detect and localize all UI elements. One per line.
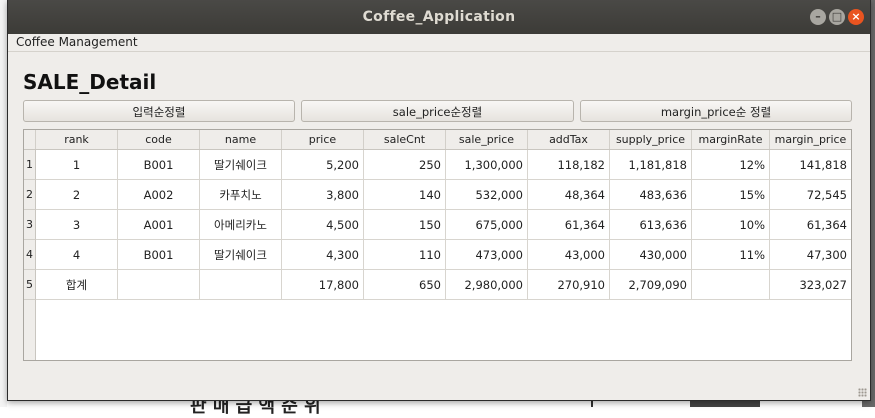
table-cell[interactable] <box>118 270 200 300</box>
table-cell[interactable]: 15% <box>692 180 770 210</box>
table-cell[interactable]: 270,910 <box>528 270 610 300</box>
table-cell[interactable]: 118,182 <box>528 150 610 180</box>
table-cell[interactable]: 11% <box>692 240 770 270</box>
table-cell[interactable]: 72,545 <box>770 180 851 210</box>
column-header[interactable]: sale_price <box>446 130 528 149</box>
table-cell[interactable]: 2,709,090 <box>610 270 692 300</box>
row-number[interactable]: 5 <box>24 270 36 300</box>
table-cell[interactable]: 1 <box>36 150 118 180</box>
column-header[interactable]: addTax <box>528 130 610 149</box>
menu-coffee-management[interactable]: Coffee Management <box>16 34 138 50</box>
table-cell[interactable] <box>200 270 282 300</box>
close-icon[interactable]: × <box>848 9 864 25</box>
table-cell[interactable]: 카푸치노 <box>200 180 282 210</box>
table-cell[interactable]: 141,818 <box>770 150 851 180</box>
column-header[interactable]: name <box>200 130 282 149</box>
table-cell[interactable]: 아메리카노 <box>200 210 282 240</box>
table-cell[interactable]: 1,181,818 <box>610 150 692 180</box>
table-cell[interactable]: 473,000 <box>446 240 528 270</box>
row-number[interactable]: 1 <box>24 150 36 180</box>
minimize-icon[interactable]: – <box>810 9 826 25</box>
column-header[interactable]: saleCnt <box>364 130 446 149</box>
table-cell[interactable]: 650 <box>364 270 446 300</box>
row-number[interactable]: 2 <box>24 180 36 210</box>
table-cell[interactable]: 3,800 <box>282 180 364 210</box>
table-cell[interactable]: 48,364 <box>528 180 610 210</box>
table-cell[interactable]: A002 <box>118 180 200 210</box>
table-cell[interactable]: 323,027 <box>770 270 851 300</box>
table-cell-total-label[interactable]: 합계 <box>36 270 118 300</box>
table-cell[interactable]: 140 <box>364 180 446 210</box>
table-cell[interactable]: 613,636 <box>610 210 692 240</box>
column-header[interactable]: marginRate <box>692 130 770 149</box>
table-cell[interactable]: A001 <box>118 210 200 240</box>
table-cell[interactable] <box>692 270 770 300</box>
table-cell[interactable]: 532,000 <box>446 180 528 210</box>
table-cell[interactable]: 4 <box>36 240 118 270</box>
sort-sale-price-button[interactable]: sale_price순정렬 <box>301 100 574 122</box>
table-cell[interactable]: 61,364 <box>528 210 610 240</box>
row-number[interactable]: 3 <box>24 210 36 240</box>
row-number[interactable]: 4 <box>24 240 36 270</box>
table-cell[interactable]: 47,300 <box>770 240 851 270</box>
table-header: rank code name price saleCnt sale_price … <box>24 130 851 150</box>
maximize-icon[interactable]: □ <box>829 9 845 25</box>
table-cell[interactable]: B001 <box>118 240 200 270</box>
table-cell[interactable]: 12% <box>692 150 770 180</box>
sales-table: rank code name price saleCnt sale_price … <box>23 129 852 361</box>
table-cell[interactable]: 17,800 <box>282 270 364 300</box>
window-title: Coffee_Application <box>362 9 516 25</box>
header-corner <box>24 130 36 149</box>
table-cell[interactable]: 4,300 <box>282 240 364 270</box>
table-cell[interactable]: 675,000 <box>446 210 528 240</box>
resize-grip-icon[interactable] <box>858 388 867 397</box>
table-cell[interactable]: 10% <box>692 210 770 240</box>
table-cell[interactable]: 2 <box>36 180 118 210</box>
table-cell[interactable]: 1,300,000 <box>446 150 528 180</box>
table-cell[interactable]: 110 <box>364 240 446 270</box>
sort-margin-price-button[interactable]: margin_price순 정렬 <box>580 100 852 122</box>
row-header-fill <box>24 300 36 360</box>
table-cell[interactable]: 4,500 <box>282 210 364 240</box>
table-cell[interactable]: 61,364 <box>770 210 851 240</box>
table-cell[interactable]: 3 <box>36 210 118 240</box>
table-cell[interactable]: 483,636 <box>610 180 692 210</box>
table-cell[interactable]: 43,000 <box>528 240 610 270</box>
table-cell[interactable]: 250 <box>364 150 446 180</box>
column-header[interactable]: margin_price <box>770 130 851 149</box>
column-header[interactable]: price <box>282 130 364 149</box>
page-title: SALE_Detail <box>23 70 157 94</box>
table-cell[interactable]: 5,200 <box>282 150 364 180</box>
table-cell[interactable]: 430,000 <box>610 240 692 270</box>
column-header[interactable]: rank <box>36 130 118 149</box>
table-cell[interactable]: 2,980,000 <box>446 270 528 300</box>
table-cell[interactable]: 딸기쉐이크 <box>200 150 282 180</box>
table-cell[interactable]: 딸기쉐이크 <box>200 240 282 270</box>
table-cell[interactable]: B001 <box>118 150 200 180</box>
column-header[interactable]: code <box>118 130 200 149</box>
background-left-strip <box>0 0 7 407</box>
title-bar[interactable]: Coffee_Application – □ × <box>8 0 870 34</box>
sort-input-order-button[interactable]: 입력순정렬 <box>23 100 295 122</box>
table-cell[interactable]: 150 <box>364 210 446 240</box>
column-header[interactable]: supply_price <box>610 130 692 149</box>
